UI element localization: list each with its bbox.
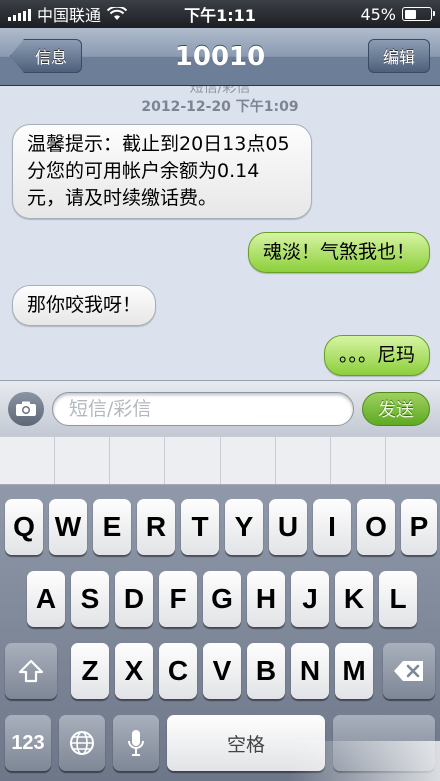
globe-key[interactable] (59, 715, 105, 771)
key-q[interactable]: Q (5, 499, 43, 555)
conversation-title: 10010 (174, 41, 266, 72)
shift-arrow-icon (18, 659, 44, 683)
candidate-slot[interactable] (276, 437, 331, 484)
shift-key[interactable] (5, 643, 57, 699)
key-v[interactable]: V (203, 643, 241, 699)
send-button[interactable]: 发送 (362, 392, 430, 426)
key-g[interactable]: G (203, 571, 241, 627)
key-n[interactable]: N (291, 643, 329, 699)
key-d[interactable]: D (115, 571, 153, 627)
outgoing-message-bubble[interactable]: 魂淡！气煞我也！ (247, 232, 430, 273)
key-p[interactable]: P (401, 499, 437, 555)
candidate-slot[interactable] (55, 437, 111, 484)
space-key[interactable]: 空格 (167, 715, 325, 771)
incoming-message-bubble[interactable]: 温馨提示：截止到20日13点05分您的可用帐户余额为0.14元，请及时续缴话费。 (12, 124, 312, 219)
back-button[interactable]: 信息 (10, 39, 82, 73)
candidate-slot[interactable] (221, 437, 276, 484)
outgoing-message-bubble[interactable]: 。。。尼玛 (323, 335, 430, 376)
key-l[interactable]: L (379, 571, 417, 627)
candidate-slot[interactable] (0, 437, 56, 484)
candidate-bar (0, 436, 440, 485)
signal-bars-icon (8, 7, 31, 21)
status-left: 中国联通 (8, 2, 128, 26)
key-r[interactable]: R (137, 499, 175, 555)
backspace-icon (394, 661, 423, 681)
globe-icon (70, 731, 94, 755)
delete-key[interactable] (383, 643, 435, 699)
key-i[interactable]: I (313, 499, 351, 555)
key-j[interactable]: J (291, 571, 329, 627)
key-f[interactable]: F (159, 571, 197, 627)
edit-button[interactable]: 编辑 (368, 39, 430, 73)
battery-fill (404, 9, 416, 19)
key-x[interactable]: X (115, 643, 153, 699)
key-o[interactable]: O (357, 499, 395, 555)
camera-button[interactable] (8, 392, 44, 426)
composer-bar: 发送 (0, 380, 440, 436)
key-k[interactable]: K (335, 571, 373, 627)
battery-percent: 45% (360, 4, 396, 24)
return-key[interactable] (333, 715, 435, 771)
camera-icon (16, 401, 36, 416)
carrier-name: 中国联通 (37, 6, 102, 25)
candidate-slot[interactable] (110, 437, 166, 484)
dictation-key[interactable] (113, 715, 159, 771)
key-u[interactable]: U (269, 499, 307, 555)
key-z[interactable]: Z (71, 643, 109, 699)
key-y[interactable]: Y (225, 499, 263, 555)
battery-icon (402, 7, 435, 21)
candidate-slot[interactable] (165, 437, 221, 484)
key-b[interactable]: B (247, 643, 285, 699)
key-w[interactable]: W (49, 499, 87, 555)
key-s[interactable]: S (71, 571, 109, 627)
numbers-key[interactable]: 123 (5, 715, 51, 771)
keyboard: Q W E R T Y U I O P A S D F G H J K L Z … (0, 485, 440, 781)
incoming-message-bubble[interactable]: 那你咬我呀！ (12, 285, 157, 326)
key-e[interactable]: E (93, 499, 131, 555)
candidate-slot[interactable] (386, 437, 440, 484)
nav-bar: 信息 10010 编辑 (0, 28, 440, 86)
wifi-icon (107, 7, 128, 20)
candidate-slot[interactable] (331, 437, 386, 484)
status-right: 45% (360, 4, 435, 24)
key-a[interactable]: A (27, 571, 65, 627)
message-input[interactable] (52, 392, 354, 426)
message-thread[interactable]: 短信/彩信 2012-12-20 下午1:09 温馨提示：截止到20日13点05… (0, 86, 440, 380)
key-m[interactable]: M (335, 643, 373, 699)
microphone-icon (128, 730, 144, 756)
key-c[interactable]: C (159, 643, 197, 699)
status-bar: 中国联通 下午1:11 45% (0, 0, 440, 28)
message-timestamp: 2012-12-20 下午1:09 (141, 99, 299, 115)
key-t[interactable]: T (181, 499, 219, 555)
key-h[interactable]: H (247, 571, 285, 627)
